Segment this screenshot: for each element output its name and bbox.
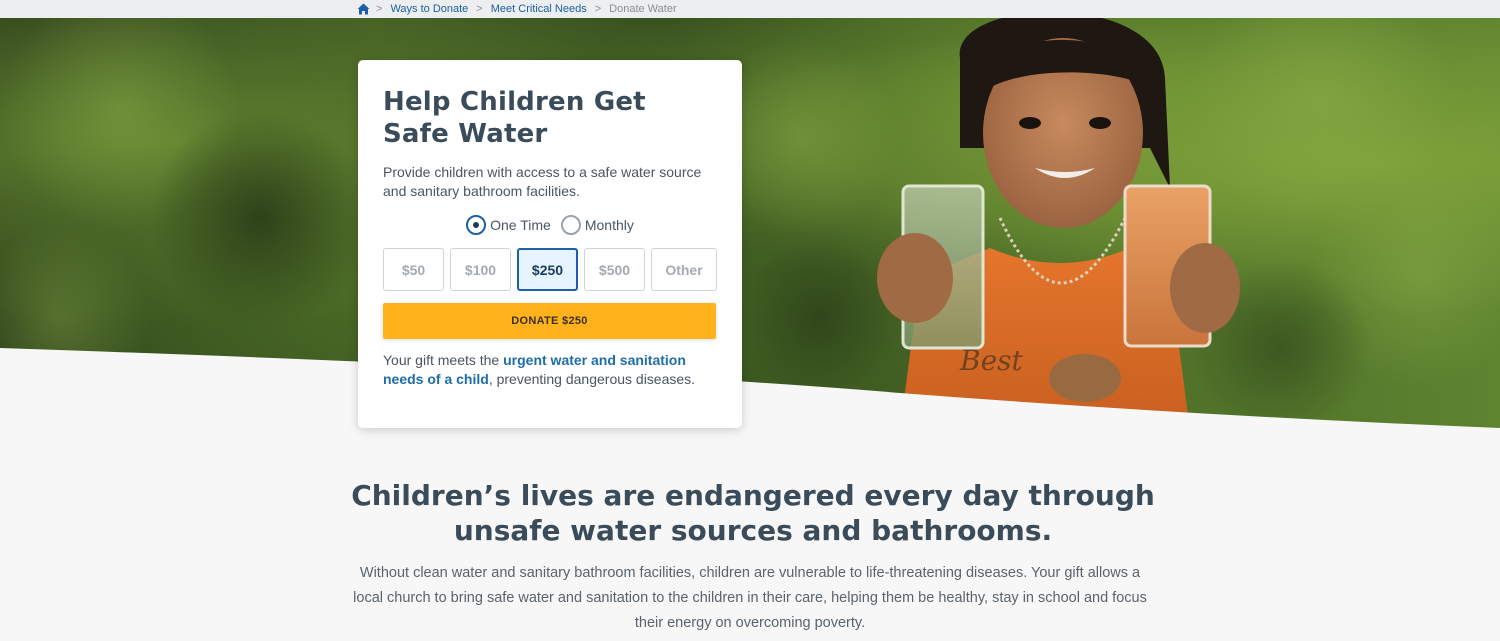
- home-icon[interactable]: [357, 3, 370, 15]
- donation-card: Help Children Get Safe Water Provide chi…: [358, 60, 742, 428]
- gift-text-suffix: , preventing dangerous diseases.: [488, 371, 696, 387]
- amount-250-button[interactable]: $250: [517, 248, 578, 291]
- hero-image: Best: [0, 18, 1500, 430]
- gift-text-prefix: Your gift meets the: [383, 352, 504, 368]
- frequency-monthly-label: Monthly: [584, 217, 634, 233]
- frequency-monthly[interactable]: Monthly: [560, 215, 634, 235]
- card-description: Provide children with access to a safe w…: [383, 164, 702, 199]
- frequency-one-time-label: One Time: [490, 217, 551, 233]
- amount-500-button[interactable]: $500: [584, 248, 645, 291]
- card-title: Help Children Get Safe Water: [383, 87, 646, 149]
- section-body: Without clean water and sanitary bathroo…: [353, 565, 1147, 631]
- hero-swoosh: [0, 348, 1500, 430]
- donate-button[interactable]: DONATE $250: [383, 303, 716, 339]
- frequency-one-time[interactable]: One Time: [466, 215, 551, 235]
- breadcrumb-separator: >: [476, 3, 483, 15]
- amount-100-button[interactable]: $100: [450, 248, 511, 291]
- breadcrumb-ways-to-donate[interactable]: Ways to Donate: [390, 3, 468, 15]
- frequency-selector: One Time Monthly: [383, 215, 717, 235]
- amount-other-button[interactable]: Other: [651, 248, 717, 291]
- radio-monthly[interactable]: [560, 215, 581, 235]
- section-headline: Children’s lives are endangered every da…: [351, 479, 1155, 547]
- breadcrumb-meet-critical-needs[interactable]: Meet Critical Needs: [491, 3, 587, 15]
- amount-options: $50 $100 $250 $500 Other: [383, 248, 717, 291]
- breadcrumb-separator: >: [376, 3, 383, 15]
- amount-50-button[interactable]: $50: [383, 248, 444, 291]
- gift-text: Your gift meets the urgent water and san…: [383, 351, 717, 389]
- radio-one-time[interactable]: [466, 215, 487, 235]
- breadcrumb: > Ways to Donate > Meet Critical Needs >…: [0, 0, 1500, 18]
- breadcrumb-separator: >: [594, 3, 602, 15]
- breadcrumb-current: Donate Water: [609, 3, 677, 15]
